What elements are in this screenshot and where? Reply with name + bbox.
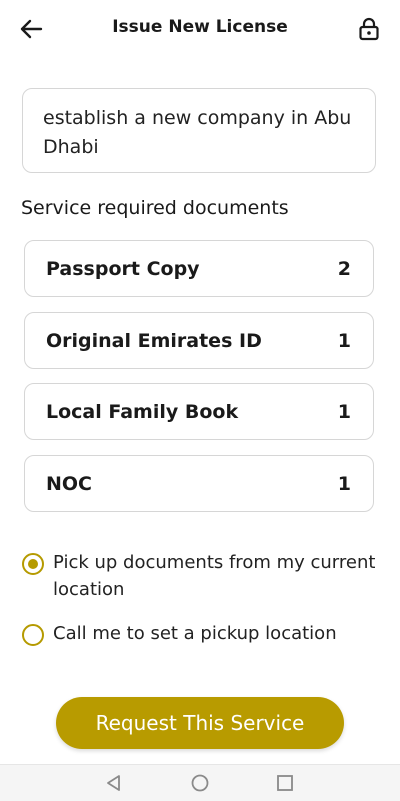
app-header: Issue New License (0, 0, 400, 58)
document-name: Local Family Book (46, 400, 239, 423)
document-item-family-book[interactable]: Local Family Book 1 (24, 383, 374, 440)
page-title: Issue New License (112, 17, 288, 37)
document-count: 2 (337, 257, 351, 280)
nav-home-icon[interactable] (190, 773, 210, 793)
documents-section-title: Service required documents (21, 197, 289, 219)
lock-button[interactable] (352, 12, 386, 46)
lock-icon (359, 17, 379, 41)
document-count: 1 (337, 400, 351, 423)
document-count: 1 (337, 329, 351, 352)
radio-button-selected[interactable] (22, 553, 44, 575)
pickup-option-label: Pick up documents from my current locati… (53, 552, 376, 600)
radio-button[interactable] (22, 624, 44, 646)
radio-selected-dot (28, 559, 38, 569)
document-item-emirates-id[interactable]: Original Emirates ID 1 (24, 312, 374, 369)
service-details-field[interactable]: establish a new company in Abu Dhabi (22, 88, 376, 173)
system-nav-bar (0, 764, 400, 801)
document-item-passport-copy[interactable]: Passport Copy 2 (24, 240, 374, 297)
request-service-button[interactable]: Request This Service (56, 697, 344, 749)
pickup-option-label: Call me to set a pickup location (53, 623, 337, 644)
document-name: Original Emirates ID (46, 329, 262, 352)
nav-back-icon[interactable] (104, 773, 124, 793)
document-name: Passport Copy (46, 257, 200, 280)
nav-recents-icon[interactable] (275, 773, 295, 793)
pickup-option-current-location[interactable]: Pick up documents from my current locati… (22, 549, 383, 603)
document-count: 1 (337, 472, 351, 495)
pickup-option-call-me[interactable]: Call me to set a pickup location (22, 620, 383, 647)
document-name: NOC (46, 472, 92, 495)
document-item-noc[interactable]: NOC 1 (24, 455, 374, 512)
